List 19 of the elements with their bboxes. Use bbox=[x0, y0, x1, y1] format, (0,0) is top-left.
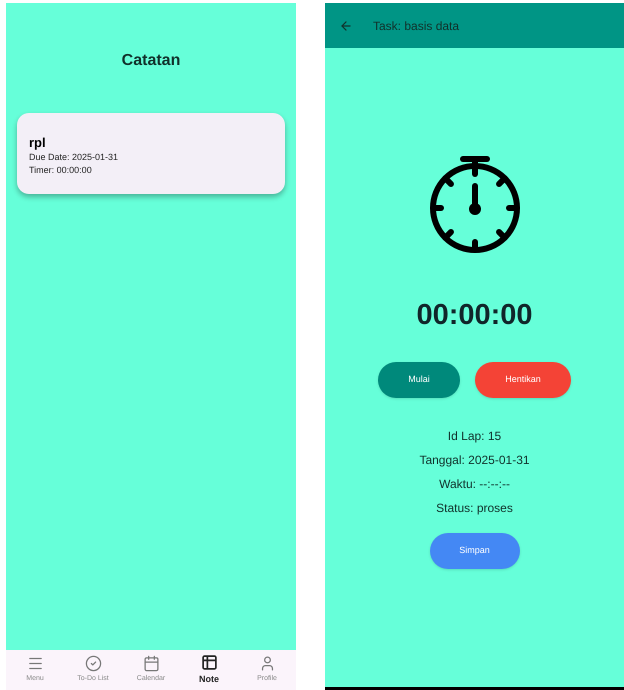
due-date-text: Due Date: 2025-01-31 bbox=[29, 151, 118, 164]
save-button[interactable]: Simpan bbox=[430, 532, 520, 568]
timer-button[interactable]: Mulai bbox=[378, 362, 460, 398]
detail-text: Id Lap: 15 bbox=[448, 428, 502, 444]
timer-display: 00:00:00 bbox=[416, 298, 533, 333]
table-icon bbox=[200, 654, 218, 671]
nav-item[interactable]: Note bbox=[183, 654, 235, 686]
screen-title: Catatan bbox=[122, 51, 180, 71]
detail-text: Status: proses bbox=[436, 500, 513, 516]
detail-text: Tanggal: 2025-01-31 bbox=[419, 452, 530, 468]
detail-text: Waktu: --:--:-- bbox=[439, 476, 510, 492]
check-circle-icon bbox=[84, 655, 102, 672]
note-title: rpl bbox=[29, 135, 46, 151]
task-title: Task: basis data bbox=[373, 18, 460, 34]
note-card[interactable]: rpl Due Date: 2025-01-31 Timer: 00:00:00 bbox=[17, 113, 285, 194]
timer-button[interactable]: Hentikan bbox=[475, 362, 571, 398]
calendar-icon bbox=[142, 655, 160, 672]
timer-text: Timer: 00:00:00 bbox=[29, 164, 92, 177]
back-button[interactable] bbox=[339, 18, 353, 32]
